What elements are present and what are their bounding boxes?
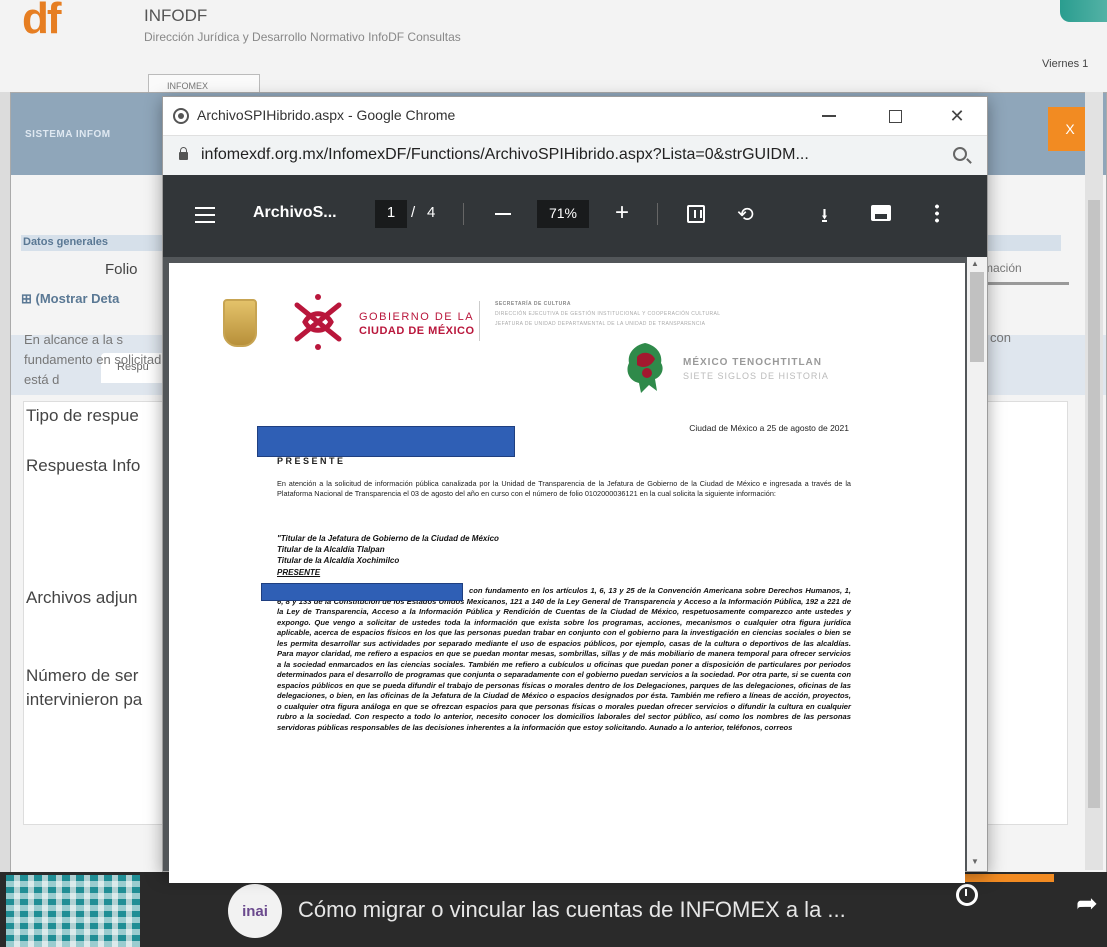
toolbar-divider bbox=[657, 203, 658, 225]
close-window-button[interactable]: ✕ bbox=[937, 101, 977, 131]
folio-label: Folio bbox=[105, 261, 138, 278]
logo-dot bbox=[315, 344, 321, 350]
cdmx-government-logo-icon bbox=[294, 294, 342, 350]
site-logo: df bbox=[22, 0, 62, 43]
eagle-detail bbox=[642, 368, 652, 378]
pdf-document-title: ArchivoS... bbox=[253, 204, 337, 221]
watch-later-clock-icon[interactable] bbox=[956, 884, 978, 906]
dependency-line-2: DIRECCIÓN EJECUTIVA DE GESTIÓN INSTITUCI… bbox=[495, 311, 721, 317]
minimize-button[interactable] bbox=[809, 101, 849, 131]
maximize-button[interactable] bbox=[875, 101, 915, 131]
address-bar[interactable]: infomexdf.org.mx/InfomexDF/Functions/Arc… bbox=[163, 135, 987, 175]
download-icon[interactable]: ⭳ bbox=[821, 201, 828, 235]
dependency-line-3: JEFATURA DE UNIDAD DEPARTAMENTAL DE LA U… bbox=[495, 321, 706, 327]
modal-header-title: SISTEMA INFOM bbox=[25, 129, 111, 140]
quote-line: Titular de la Alcaldía Xochimilco bbox=[277, 556, 400, 566]
site-subtitle: Dirección Jurídica y Desarrollo Normativ… bbox=[144, 30, 461, 44]
tab-informacion[interactable]: rmación bbox=[979, 257, 1069, 285]
gov-line-1: GOBIERNO DE LA bbox=[359, 311, 475, 323]
numero-servidores-label: Número de ser intervinieron pa bbox=[26, 666, 143, 709]
tenochtitlan-eagle-logo-icon bbox=[627, 343, 663, 393]
coat-of-arms-icon bbox=[223, 299, 257, 347]
quote-line: Titular de la Alcaldía Tlalpan bbox=[277, 545, 385, 555]
page-total: 4 bbox=[427, 204, 436, 221]
zoom-magnifier-icon[interactable] bbox=[953, 147, 967, 161]
intro-paragraph: En atención a la solicitud de informació… bbox=[277, 479, 851, 499]
archivos-adjuntos-label: Archivos adjun bbox=[26, 588, 138, 607]
window-title: ArchivoSPIHibrido.aspx - Google Chrome bbox=[197, 107, 456, 123]
video-title[interactable]: Cómo migrar o vincular las cuentas de IN… bbox=[298, 897, 846, 923]
chrome-popup-window: ArchivoSPIHibrido.aspx - Google Chrome ✕… bbox=[162, 96, 988, 883]
logo-dot bbox=[315, 294, 321, 300]
respuesta-info-label: Respuesta Info bbox=[26, 456, 141, 475]
request-body-paragraph: con fundamento en los artículos 1, 6, 13… bbox=[277, 586, 851, 732]
con-text: con bbox=[990, 330, 1011, 345]
fit-to-page-icon[interactable] bbox=[687, 205, 705, 223]
quote-line: PRESENTE bbox=[277, 567, 321, 577]
date-text: Viernes 1 bbox=[1042, 58, 1089, 70]
presente-heading: PRESENTE bbox=[277, 456, 346, 466]
more-options-icon[interactable] bbox=[935, 203, 939, 223]
menu-icon[interactable] bbox=[195, 207, 215, 223]
lock-icon[interactable] bbox=[179, 147, 188, 160]
print-icon[interactable] bbox=[871, 205, 891, 221]
zoom-in-button[interactable]: + bbox=[615, 199, 629, 227]
toolbar-divider bbox=[463, 203, 464, 225]
qr-code-pattern bbox=[6, 875, 140, 947]
tipo-respuesta-label: Tipo de respue bbox=[26, 406, 139, 425]
zoom-out-button[interactable] bbox=[495, 213, 511, 215]
maximize-icon bbox=[888, 109, 902, 123]
zoom-level-input[interactable]: 71% bbox=[537, 200, 589, 228]
page-number-input[interactable]: 1 bbox=[375, 200, 407, 228]
quote-line: "Titular de la Jefatura de Gobierno de l… bbox=[277, 534, 499, 543]
brand-mark-icon bbox=[1060, 0, 1107, 22]
dependency-line-1: SECRETARÍA DE CULTURA bbox=[495, 301, 571, 307]
scroll-down-arrow-icon[interactable]: ▼ bbox=[971, 857, 979, 866]
window-titlebar: ArchivoSPIHibrido.aspx - Google Chrome ✕ bbox=[163, 97, 987, 135]
show-details-link[interactable]: ⊞ (Mostrar Deta bbox=[21, 291, 119, 307]
site-title: INFODF bbox=[144, 6, 208, 25]
page-separator: / bbox=[411, 204, 416, 221]
quoted-addressees: "Titular de la Jefatura de Gobierno de l… bbox=[277, 533, 851, 578]
eagle-body bbox=[627, 343, 663, 393]
nav-tab[interactable]: INFOMEX bbox=[148, 74, 260, 94]
header-divider bbox=[479, 301, 480, 341]
rotate-icon[interactable]: ⟲ bbox=[737, 202, 754, 227]
gov-line-2: CIUDAD DE MÉXICO bbox=[359, 325, 475, 337]
pdf-scrollbar-thumb[interactable] bbox=[970, 272, 984, 362]
channel-logo[interactable]: inai bbox=[228, 884, 282, 938]
page-scrollbar-thumb[interactable] bbox=[1088, 200, 1100, 808]
pdf-toolbar: ArchivoS... 1 / 4 71% + ⟲ ⭳ bbox=[163, 175, 987, 257]
chrome-favicon-icon bbox=[173, 108, 189, 124]
url-text[interactable]: infomexdf.org.mx/InfomexDF/Functions/Arc… bbox=[201, 146, 931, 164]
scroll-up-arrow-icon[interactable]: ▲ bbox=[971, 259, 979, 268]
alcance-text: En alcance a la s fundamento en solicita… bbox=[24, 332, 169, 387]
pdf-page: GOBIERNO DE LA CIUDAD DE MÉXICO SECRETAR… bbox=[169, 263, 965, 883]
tenochtitlan-subtitle: SIETE SIGLOS DE HISTORIA bbox=[683, 371, 829, 381]
tenochtitlan-title: MÉXICO TENOCHTITLAN bbox=[683, 357, 822, 368]
redaction-box bbox=[261, 583, 463, 601]
letter-date: Ciudad de México a 25 de agosto de 2021 bbox=[689, 423, 849, 433]
minimize-icon bbox=[822, 115, 836, 117]
share-arrow-icon[interactable]: ➦ bbox=[1076, 888, 1098, 919]
video-progress-bar bbox=[958, 874, 1054, 882]
redaction-box bbox=[257, 426, 515, 457]
